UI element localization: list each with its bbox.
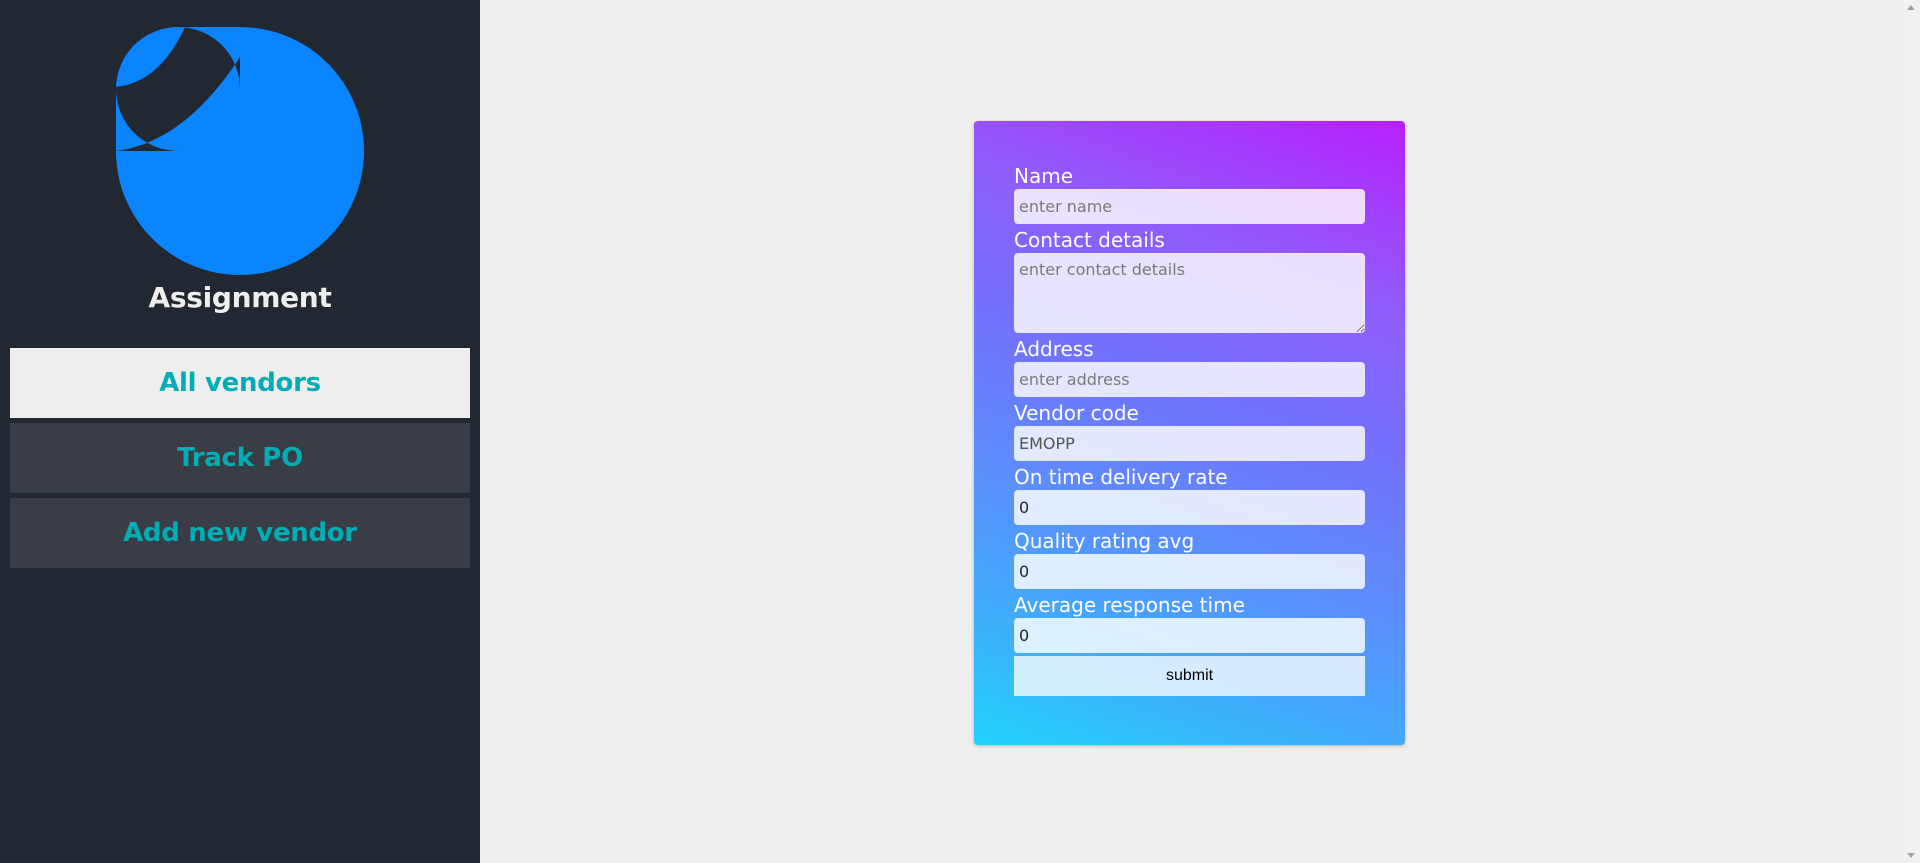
app-title: Assignment [148,281,332,314]
avg-response-time-input[interactable] [1014,618,1365,653]
quality-rating-label: Quality rating avg [1014,529,1195,553]
vertical-scrollbar[interactable] [1903,0,1920,863]
scroll-up-icon[interactable] [1907,5,1915,10]
sidebar-item-all-vendors[interactable]: All vendors [10,348,470,418]
avg-response-time-label: Average response time [1014,593,1245,617]
vendor-form: Name Contact details Address Vendor code… [1014,163,1365,696]
vendor-form-card: Name Contact details Address Vendor code… [974,121,1405,745]
sidebar-item-track-po[interactable]: Track PO [10,423,470,493]
contact-details-label: Contact details [1014,228,1165,252]
on-time-delivery-label: On time delivery rate [1014,465,1228,489]
address-input[interactable] [1014,362,1365,397]
sidebar-item-add-new-vendor[interactable]: Add new vendor [10,498,470,568]
name-label: Name [1014,164,1074,188]
submit-button[interactable]: submit [1014,656,1365,696]
logo-icon [116,27,364,275]
scroll-down-icon[interactable] [1907,853,1915,858]
sidebar: Assignment All vendors Track PO Add new … [0,0,480,863]
contact-details-input[interactable] [1014,253,1365,333]
quality-rating-input[interactable] [1014,554,1365,589]
sidebar-nav: All vendors Track PO Add new vendor [10,348,470,573]
address-label: Address [1014,337,1094,361]
vendor-code-input[interactable] [1014,426,1365,461]
vendor-code-label: Vendor code [1014,401,1139,425]
name-input[interactable] [1014,189,1365,224]
on-time-delivery-input[interactable] [1014,490,1365,525]
